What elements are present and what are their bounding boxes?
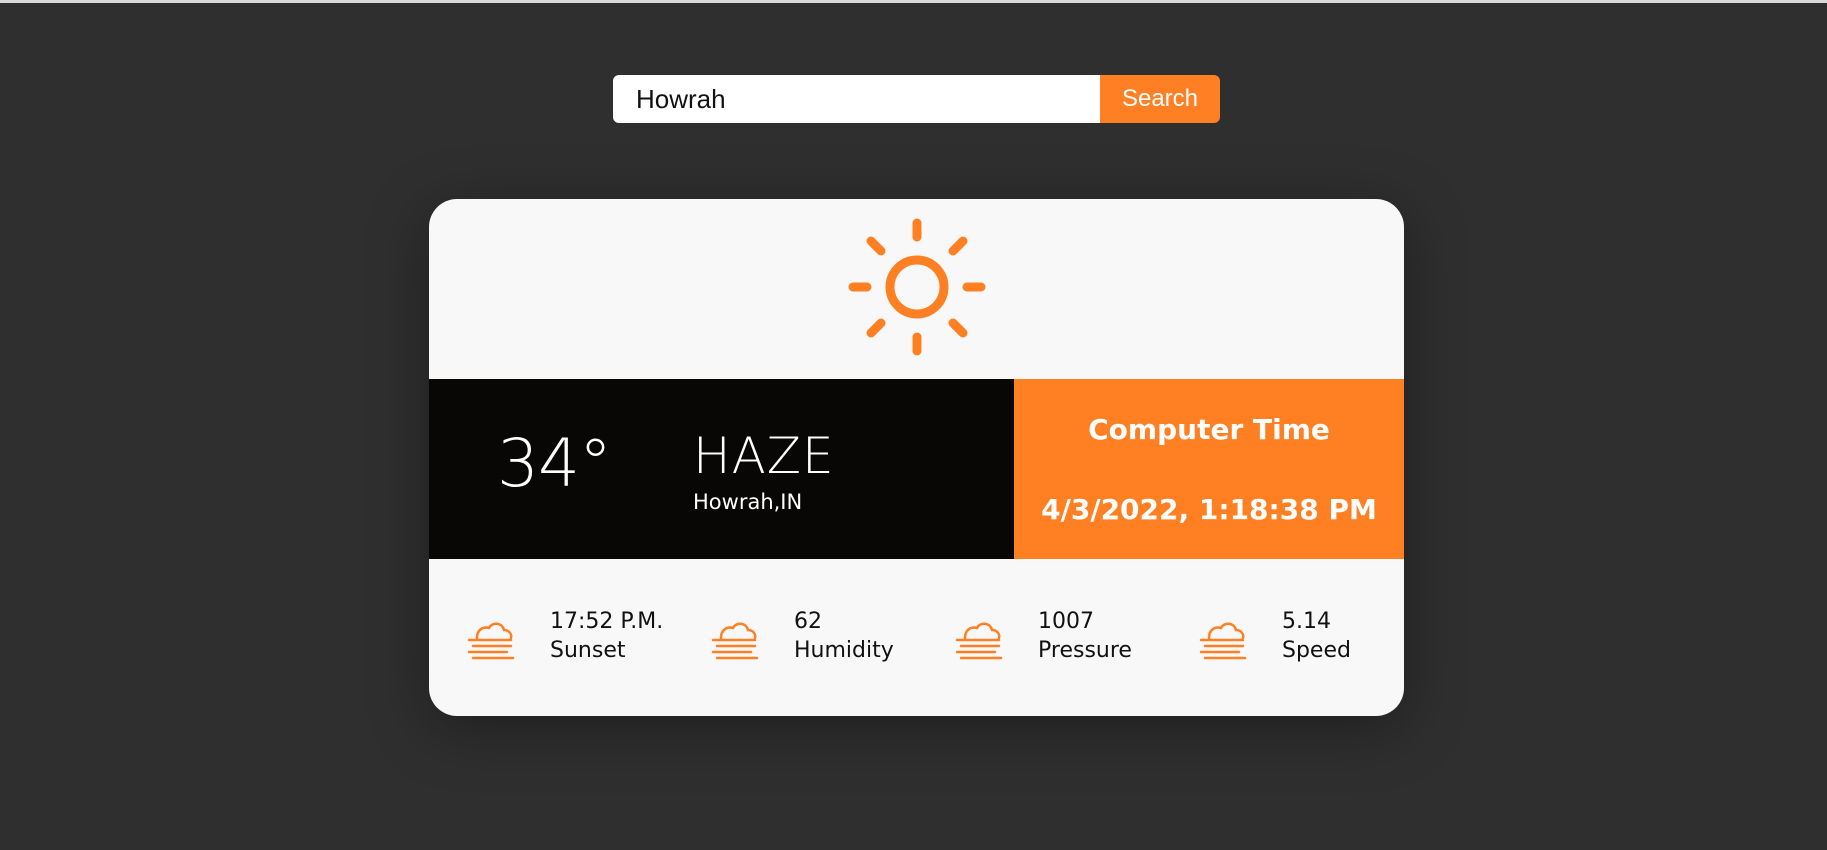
stat-label: Humidity <box>794 638 894 663</box>
stat-value: 62 <box>794 609 822 634</box>
stat-label: Sunset <box>550 638 626 663</box>
stat-label: Pressure <box>1038 638 1132 663</box>
haze-icon <box>955 622 1003 660</box>
stat-pressure: 1007 Pressure <box>953 608 1183 668</box>
stat-speed: 5.14 Speed <box>1197 608 1404 668</box>
haze-icon <box>1199 622 1247 660</box>
weather-condition: HAZE <box>693 427 835 485</box>
stat-humidity: 62 Humidity <box>709 608 939 668</box>
temperature: 34° <box>497 425 612 502</box>
computer-time-panel: Computer Time 4/3/2022, 1:18:38 PM <box>1014 379 1404 559</box>
stat-sunset: 17:52 P.M. Sunset <box>465 608 695 668</box>
weather-card: 34° HAZE Howrah,IN Computer Time 4/3/202… <box>429 199 1404 716</box>
search-input[interactable] <box>613 75 1100 123</box>
sun-icon <box>848 218 986 356</box>
weather-info-panel: 34° HAZE Howrah,IN <box>429 379 1014 559</box>
computer-time-value: 4/3/2022, 1:18:38 PM <box>1041 493 1377 526</box>
computer-time-title: Computer Time <box>1088 413 1330 446</box>
weather-summary-band: 34° HAZE Howrah,IN Computer Time 4/3/202… <box>429 379 1404 559</box>
weather-icon-area <box>429 199 1404 379</box>
stat-value: 1007 <box>1038 609 1094 634</box>
search-bar: Search <box>613 75 1220 123</box>
haze-icon <box>711 622 759 660</box>
search-button[interactable]: Search <box>1100 75 1220 123</box>
stat-value: 17:52 P.M. <box>550 609 664 634</box>
stat-label: Speed <box>1282 638 1351 663</box>
weather-stats-row: 17:52 P.M. Sunset 62 Humidity 1007 Press… <box>429 559 1404 716</box>
haze-icon <box>467 622 515 660</box>
top-border-line <box>0 0 1827 3</box>
location: Howrah,IN <box>693 490 803 514</box>
stat-value: 5.14 <box>1282 609 1331 634</box>
